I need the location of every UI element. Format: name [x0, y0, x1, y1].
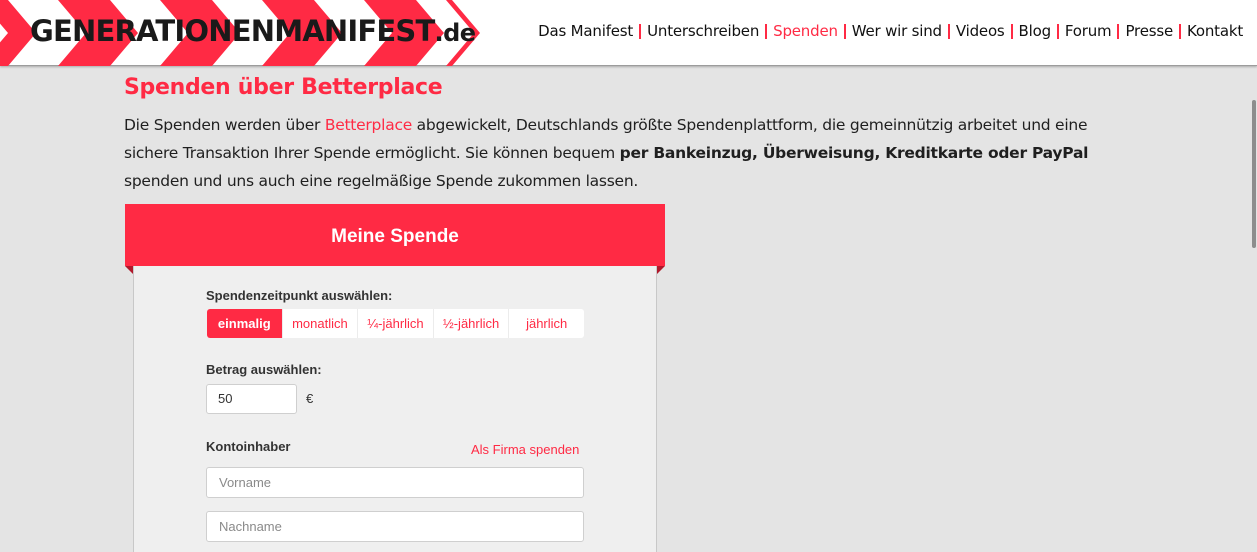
nav-item-unterschreiben[interactable]: Unterschreiben	[647, 22, 759, 40]
account-holder-label: Kontoinhaber	[206, 439, 291, 454]
interval-option-halbjaehrlich[interactable]: ½-jährlich	[434, 309, 510, 338]
intro-text: spenden und uns auch eine regelmäßige Sp…	[124, 172, 639, 190]
widget-title: Meine Spende	[331, 226, 459, 247]
site-logo[interactable]: GENERATIONENMANIFEST.de	[0, 0, 480, 66]
ribbon-fold-left	[125, 266, 133, 274]
nav-separator	[765, 23, 768, 39]
page-title: Spenden über Betterplace	[124, 75, 443, 100]
interval-option-einmalig[interactable]: einmalig	[207, 309, 283, 338]
nav-item-spenden[interactable]: Spenden	[773, 22, 838, 40]
firstname-input[interactable]: Vorname	[206, 467, 584, 498]
currency-symbol: €	[306, 391, 314, 406]
interval-option-monatlich[interactable]: monatlich	[283, 309, 359, 338]
ribbon-fold-right	[657, 266, 665, 274]
intro-paragraph: Die Spenden werden über Betterplace abge…	[124, 111, 1124, 195]
amount-label: Betrag auswählen:	[206, 362, 322, 377]
logo-tld: .de	[434, 19, 476, 47]
nav-item-das-manifest[interactable]: Das Manifest	[538, 22, 633, 40]
nav-item-kontakt[interactable]: Kontakt	[1187, 22, 1243, 40]
interval-option-vierteljaehrlich[interactable]: ¼-jährlich	[358, 309, 434, 338]
payment-methods-text: per Bankeinzug, Überweisung, Kreditkarte…	[619, 144, 1089, 162]
nav-item-videos[interactable]: Videos	[956, 22, 1005, 40]
intro-text: Die Spenden werden über	[124, 116, 325, 134]
nav-item-wer-wir-sind[interactable]: Wer wir sind	[852, 22, 942, 40]
logo-text: GENERATIONENMANIFEST.de	[30, 14, 476, 48]
nav-separator	[639, 23, 642, 39]
interval-option-jaehrlich[interactable]: jährlich	[509, 309, 584, 338]
nav-separator	[843, 23, 846, 39]
donate-as-company-link[interactable]: Als Firma spenden	[471, 442, 579, 457]
nav-separator	[1010, 23, 1013, 39]
nav-item-forum[interactable]: Forum	[1065, 22, 1112, 40]
site-header: GENERATIONENMANIFEST.de Das Manifest Unt…	[0, 0, 1257, 66]
nav-item-presse[interactable]: Presse	[1125, 22, 1173, 40]
interval-label: Spendenzeitpunkt auswählen:	[206, 288, 393, 303]
nav-item-blog[interactable]: Blog	[1019, 22, 1052, 40]
nav-separator	[947, 23, 950, 39]
lastname-input[interactable]: Nachname	[206, 511, 584, 542]
main-nav: Das Manifest Unterschreiben Spenden Wer …	[538, 22, 1243, 40]
widget-header: Meine Spende	[125, 204, 665, 266]
interval-selector: einmalig monatlich ¼-jährlich ½-jährlich…	[207, 309, 584, 338]
nav-separator	[1056, 23, 1059, 39]
page-scrollbar[interactable]	[1252, 100, 1256, 248]
nav-separator	[1178, 23, 1181, 39]
donation-widget: Meine Spende	[125, 204, 665, 552]
logo-main: GENERATIONENMANIFEST	[30, 14, 435, 48]
amount-input[interactable]: 50	[206, 384, 297, 414]
betterplace-link[interactable]: Betterplace	[325, 116, 412, 134]
nav-separator	[1117, 23, 1120, 39]
